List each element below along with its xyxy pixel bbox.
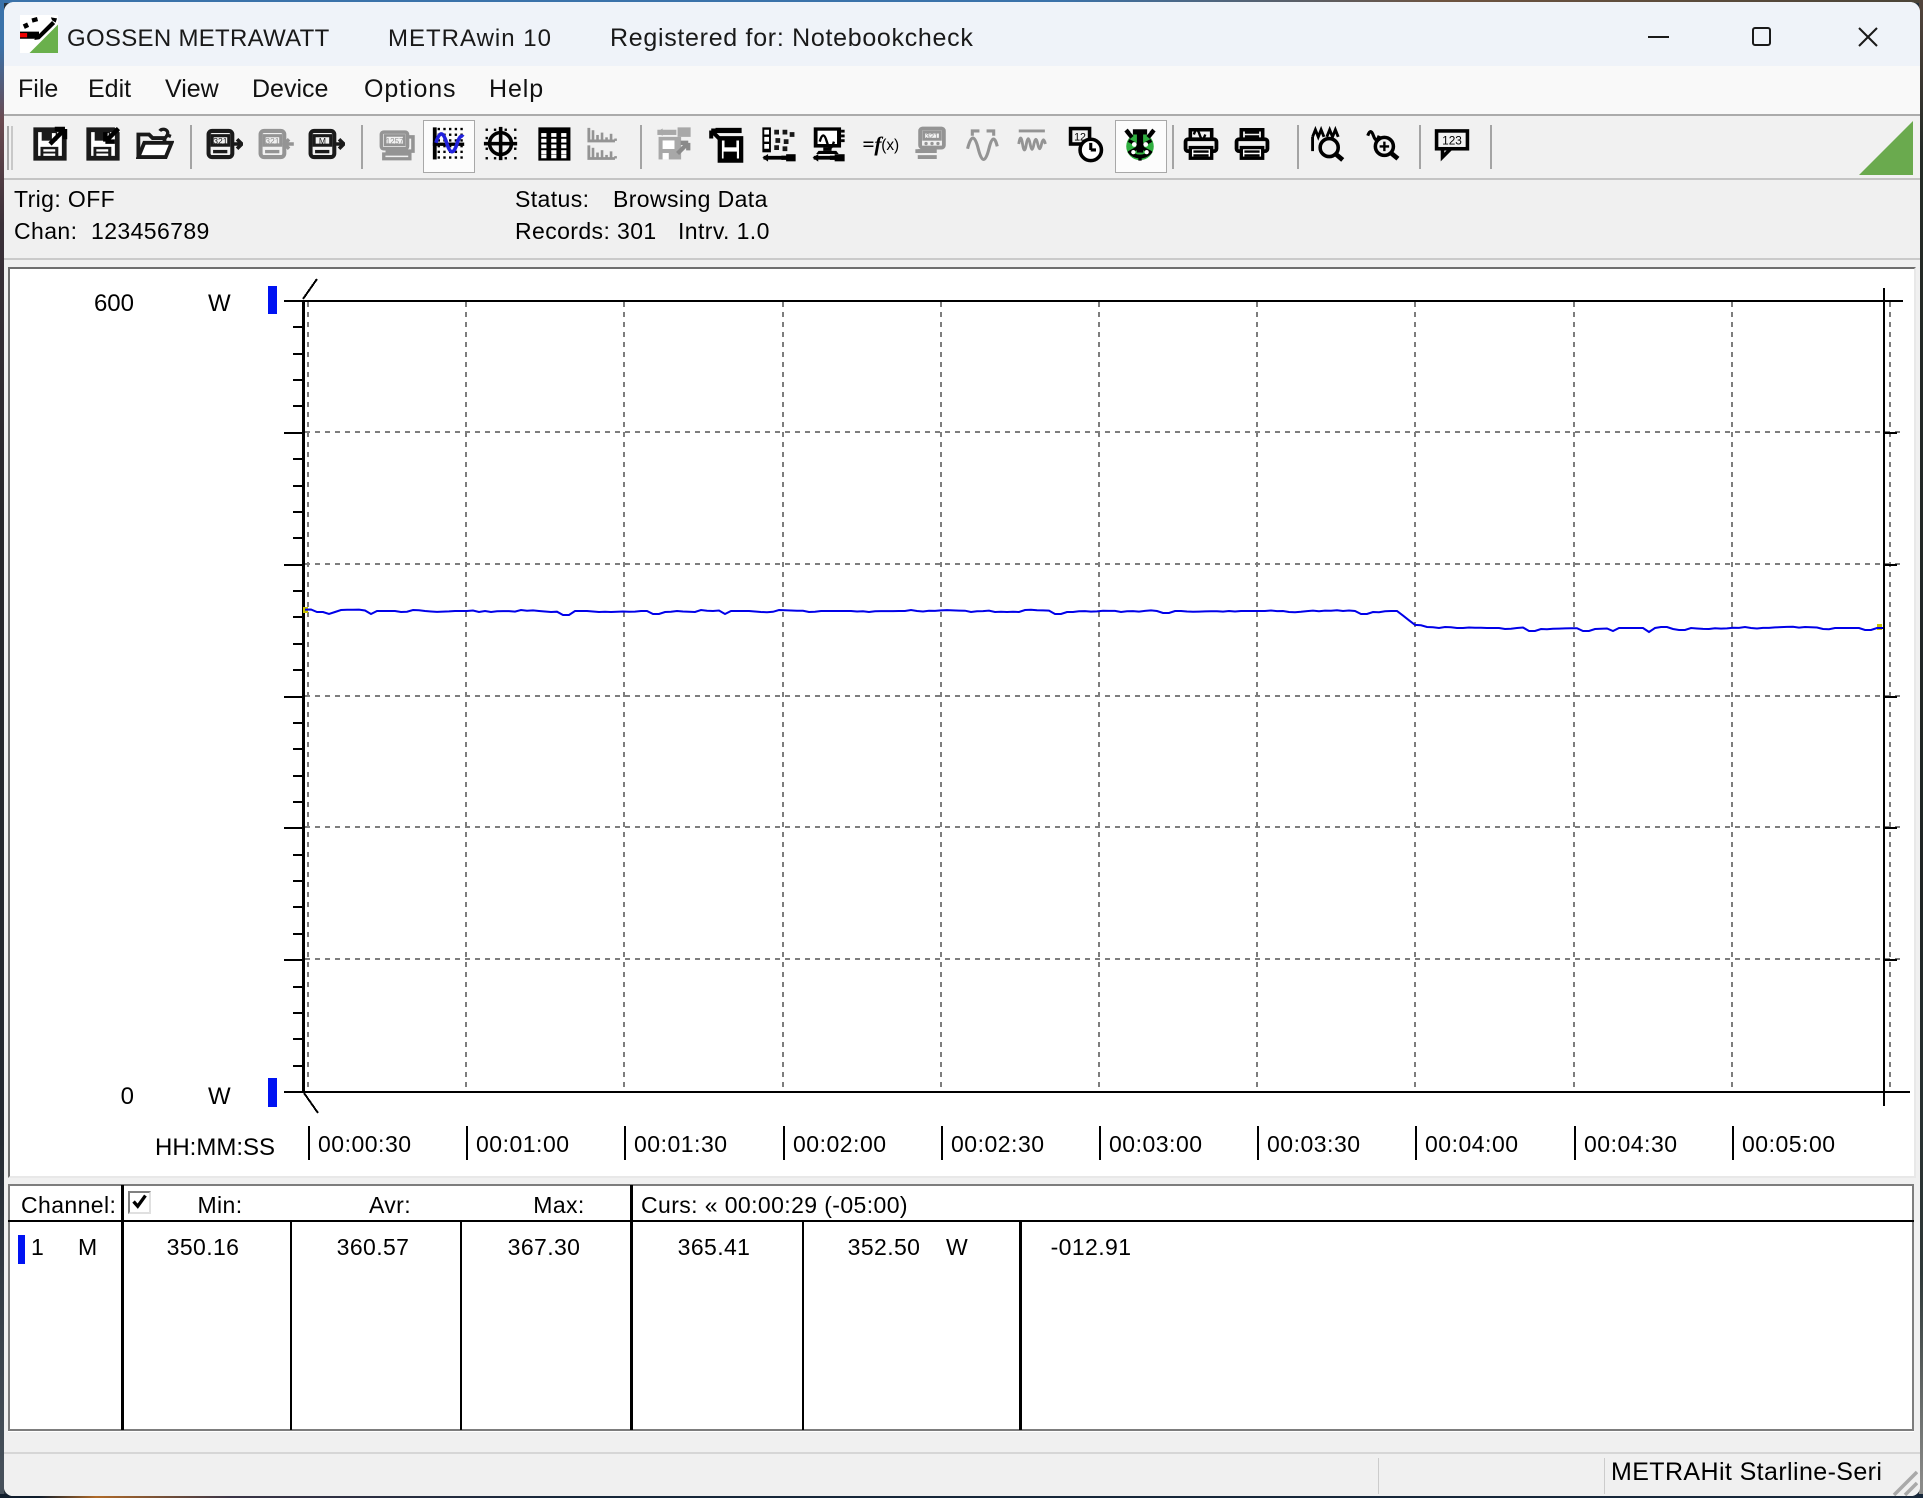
svg-text:00:00:30: 00:00:30 <box>318 1131 412 1157</box>
svg-text:00:03:30: 00:03:30 <box>1267 1131 1361 1157</box>
svg-text:W: W <box>208 290 231 317</box>
svg-text:00:01:00: 00:01:00 <box>476 1131 570 1157</box>
svg-text:00:05:00: 00:05:00 <box>1742 1131 1836 1157</box>
svg-text:HH:MM:SS: HH:MM:SS <box>155 1134 275 1161</box>
svg-text:00:01:30: 00:01:30 <box>634 1131 728 1157</box>
svg-text:600: 600 <box>94 290 134 317</box>
svg-text:00:02:00: 00:02:00 <box>793 1131 887 1157</box>
svg-text:W: W <box>208 1083 231 1110</box>
svg-text:0: 0 <box>121 1083 134 1110</box>
svg-text:00:04:00: 00:04:00 <box>1425 1131 1519 1157</box>
svg-text:00:02:30: 00:02:30 <box>951 1131 1045 1157</box>
svg-text:00:04:30: 00:04:30 <box>1584 1131 1678 1157</box>
svg-text:00:03:00: 00:03:00 <box>1109 1131 1203 1157</box>
